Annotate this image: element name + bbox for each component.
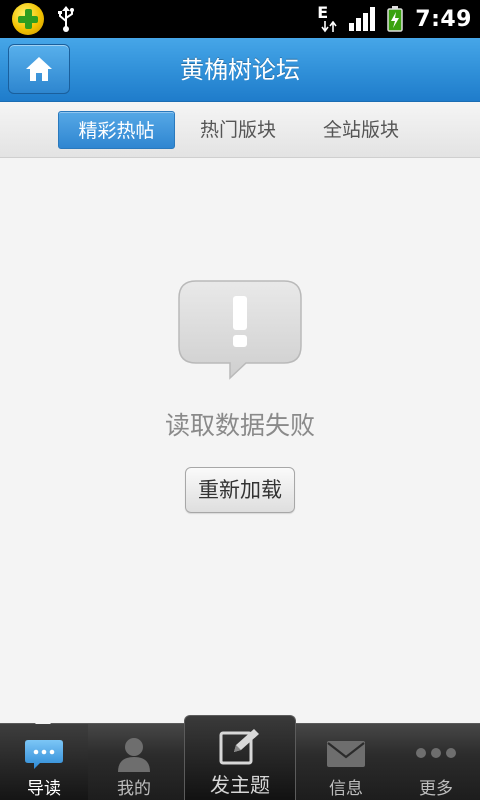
status-bar-right: E 7:49 <box>317 0 472 38</box>
nav-label-messages: 信息 <box>329 779 363 799</box>
reload-button[interactable]: 重新加载 <box>185 467 295 513</box>
nav-label-guide: 导读 <box>27 779 61 799</box>
status-bar: E 7:49 <box>0 0 480 38</box>
status-bar-left <box>12 3 76 35</box>
user-icon <box>118 738 150 772</box>
nav-label-mine: 我的 <box>117 779 151 799</box>
nav-item-guide[interactable]: 导读 <box>0 724 88 800</box>
usb-icon <box>58 6 74 32</box>
app-notification-icon <box>12 3 44 35</box>
nav-label-more: 更多 <box>419 779 453 799</box>
network-type: E <box>317 3 329 22</box>
home-button[interactable] <box>8 44 70 94</box>
compose-icon <box>219 729 259 765</box>
network-arrows-icon: E <box>317 5 337 33</box>
tab-popular-boards[interactable]: 热门版块 <box>184 111 292 149</box>
page-title: 黄桷树论坛 <box>180 56 300 84</box>
warning-bubble-icon <box>178 280 302 380</box>
nav-item-mine[interactable]: 我的 <box>88 724 180 800</box>
battery-charging-icon <box>387 6 404 32</box>
tab-all-boards[interactable]: 全站版块 <box>306 111 416 149</box>
signal-strength-icon <box>349 7 376 31</box>
more-dots-icon <box>416 748 456 758</box>
bottom-nav: 导读 我的 发主题 信息 更多 <box>0 715 480 800</box>
nav-item-messages[interactable]: 信息 <box>300 724 392 800</box>
tab-hot-posts[interactable]: 精彩热帖 <box>58 111 175 149</box>
content-area: 读取数据失败 重新加载 <box>0 158 480 723</box>
envelope-icon <box>327 741 365 767</box>
home-icon <box>26 57 52 81</box>
tab-bar: 精彩热帖 热门版块 全站版块 <box>0 102 480 158</box>
title-bar: 黄桷树论坛 <box>0 38 480 102</box>
chat-bubble-icon <box>25 740 63 769</box>
nav-label-post: 发主题 <box>210 773 270 797</box>
status-clock: 7:49 <box>415 6 472 32</box>
nav-item-post[interactable]: 发主题 <box>184 715 296 800</box>
error-message: 读取数据失败 <box>164 411 315 440</box>
nav-item-more[interactable]: 更多 <box>392 724 480 800</box>
